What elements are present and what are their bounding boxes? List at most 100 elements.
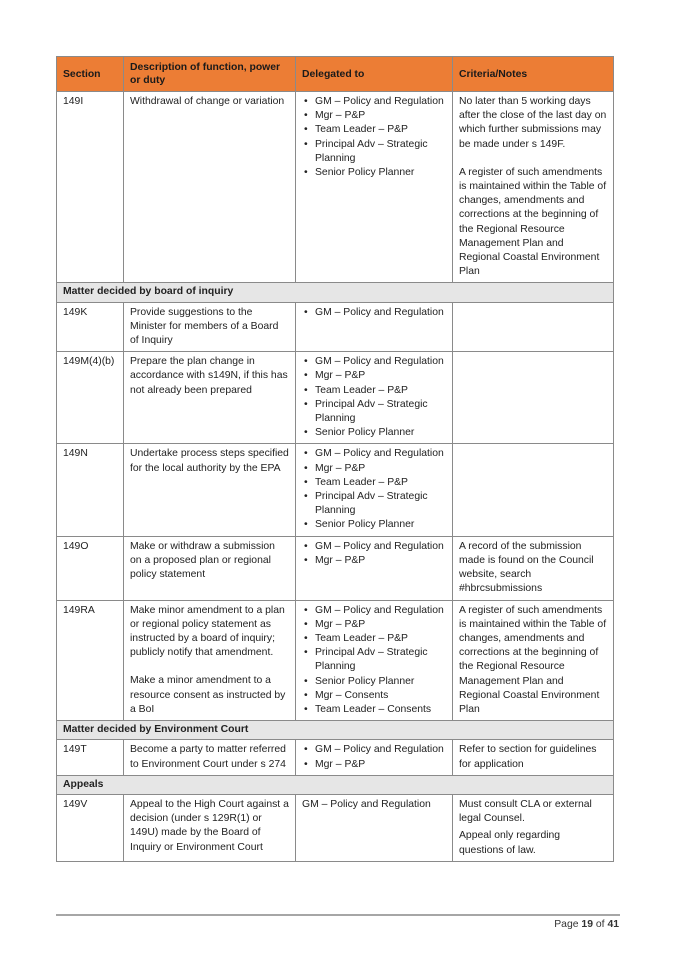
- delegate-item: Team Leader – P&P: [302, 476, 446, 490]
- delegate-item: Mgr – P&P: [302, 758, 446, 772]
- table-row: 149T Become a party to matter referred to…: [56, 739, 614, 776]
- notes-paragraph: Appeal only regarding questions of law.: [459, 830, 561, 856]
- cell-criteria-notes: [452, 351, 614, 445]
- delegations-table: Section Description of function, power o…: [56, 56, 614, 862]
- delegate-item: GM – Policy and Regulation: [302, 743, 446, 757]
- cell-criteria-notes: Must consult CLA or external legal Couns…: [452, 793, 614, 862]
- notes-paragraph: No later than 5 working days after the c…: [459, 96, 607, 150]
- delegate-item: GM – Policy and Regulation: [302, 604, 446, 618]
- delegate-item: Senior Policy Planner: [302, 518, 446, 532]
- group-label: Matter decided by Environment Court: [56, 720, 614, 741]
- delegate-item: GM – Policy and Regulation: [302, 540, 446, 554]
- cell-description: Undertake process steps specified for th…: [123, 443, 296, 537]
- cell-criteria-notes: A record of the submission made is found…: [452, 535, 614, 601]
- cell-section: 149I: [56, 90, 124, 284]
- delegate-item: Senior Policy Planner: [302, 675, 446, 689]
- footer-divider: [56, 914, 620, 916]
- cell-delegated-to: GM – Policy and RegulationMgr – P&PTeam …: [295, 443, 453, 537]
- delegate-list: GM – Policy and RegulationMgr – P&P: [302, 540, 446, 569]
- delegate-item: Team Leader – P&P: [302, 123, 446, 137]
- cell-delegated-to: GM – Policy and RegulationMgr – P&PTeam …: [295, 90, 453, 284]
- table-row: 149RA Make minor amendment to a plan or r…: [56, 599, 614, 722]
- cell-description: Withdrawal of change or variation: [123, 90, 296, 284]
- delegate-item: Principal Adv – Strategic Planning: [302, 398, 446, 426]
- cell-criteria-notes: Refer to section for guidelines for appl…: [452, 739, 614, 776]
- delegate-list: GM – Policy and RegulationMgr – P&PTeam …: [302, 95, 446, 180]
- delegate-item: Principal Adv – Strategic Planning: [302, 490, 446, 518]
- group-label: Appeals: [56, 774, 614, 795]
- page-current: 19: [581, 919, 593, 930]
- cell-description: Prepare the plan change in accordance wi…: [123, 351, 296, 445]
- delegate-item: GM – Policy and Regulation: [302, 306, 446, 320]
- delegate-item: Mgr – P&P: [302, 462, 446, 476]
- delegate-item: Team Leader – Consents: [302, 703, 446, 717]
- table-row: 149O Make or withdraw a submission on a p…: [56, 535, 614, 601]
- page-sep: of: [595, 919, 605, 930]
- description-paragraph: Become a party to matter referred to Env…: [130, 744, 286, 770]
- table-header-row: Section Description of function, power o…: [56, 56, 614, 92]
- delegate-item: GM – Policy and Regulation: [302, 798, 431, 810]
- cell-description: Become a party to matter referred to Env…: [123, 739, 296, 776]
- cell-delegated-to: GM – Policy and RegulationMgr – P&PTeam …: [295, 351, 453, 445]
- description-paragraph: Make a minor amendment to a resource con…: [130, 675, 286, 715]
- delegate-list: GM – Policy and RegulationMgr – P&PTeam …: [302, 355, 446, 440]
- delegate-list: GM – Policy and Regulation: [302, 306, 446, 320]
- cell-delegated-to: GM – Policy and RegulationMgr – P&P: [295, 535, 453, 601]
- description-paragraph: Make minor amendment to a plan or region…: [130, 604, 285, 659]
- cell-section: 149V: [56, 793, 124, 862]
- table-row: 149N Undertake process steps specified fo…: [56, 443, 614, 537]
- header-delegated-to: Delegated to: [295, 56, 453, 92]
- cell-description: Make or withdraw a submission on a propo…: [123, 535, 296, 601]
- cell-description: Make minor amendment to a plan or region…: [123, 599, 296, 722]
- notes-paragraph: Refer to section for guidelines for appl…: [459, 744, 597, 770]
- cell-description: Provide suggestions to the Minister for …: [123, 301, 296, 353]
- description-paragraph: Withdrawal of change or variation: [130, 96, 285, 107]
- cell-criteria-notes: [452, 301, 614, 353]
- group-row: Matter decided by Environment Court: [56, 720, 614, 741]
- group-row: Appeals: [56, 774, 614, 795]
- delegate-item: Team Leader – P&P: [302, 632, 446, 646]
- page-number: Page 19 of 41: [554, 919, 619, 930]
- description-paragraph: Make or withdraw a submission on a propo…: [130, 540, 275, 581]
- table-row: 149V Appeal to the High Court against a d…: [56, 793, 614, 862]
- cell-criteria-notes: No later than 5 working days after the c…: [452, 90, 614, 284]
- notes-paragraph: A register of such amendments is maintai…: [459, 604, 607, 715]
- description-paragraph: Undertake process steps specified for th…: [130, 448, 289, 474]
- delegate-item: Mgr – P&P: [302, 554, 446, 568]
- delegate-item: Senior Policy Planner: [302, 166, 446, 180]
- cell-section: 149RA: [56, 599, 124, 722]
- table-row: 149K Provide suggestions to the Minister …: [56, 301, 614, 353]
- cell-description: Appeal to the High Court against a decis…: [123, 793, 296, 862]
- cell-delegated-to: GM – Policy and Regulation: [295, 793, 453, 862]
- delegate-item: GM – Policy and Regulation: [302, 447, 446, 461]
- cell-section: 149O: [56, 535, 124, 601]
- delegate-item: GM – Policy and Regulation: [302, 95, 446, 109]
- header-criteria-notes: Criteria/Notes: [452, 56, 614, 92]
- page-total: 41: [607, 919, 619, 930]
- page-prefix: Page: [554, 919, 579, 930]
- delegate-item: Mgr – Consents: [302, 689, 446, 703]
- header-section: Section: [56, 56, 124, 92]
- description-paragraph: Prepare the plan change in accordance wi…: [130, 356, 288, 396]
- description-paragraph: Appeal to the High Court against a decis…: [130, 798, 289, 853]
- delegate-list: GM – Policy and RegulationMgr – P&PTeam …: [302, 447, 446, 532]
- delegate-list: GM – Policy and RegulationMgr – P&P: [302, 743, 446, 772]
- delegate-item: GM – Policy and Regulation: [302, 355, 446, 369]
- notes-paragraph: A record of the submission made is found…: [459, 540, 594, 595]
- delegate-item: Principal Adv – Strategic Planning: [302, 646, 446, 674]
- group-row: Matter decided by board of inquiry: [56, 282, 614, 303]
- cell-section: 149T: [56, 739, 124, 776]
- delegate-item: Mgr – P&P: [302, 109, 446, 123]
- table-row: 149I Withdrawal of change or variation GM …: [56, 90, 614, 284]
- cell-criteria-notes: [452, 443, 614, 537]
- table-body: 149I Withdrawal of change or variation GM …: [56, 90, 614, 862]
- delegate-item: Principal Adv – Strategic Planning: [302, 138, 446, 166]
- cell-delegated-to: GM – Policy and Regulation: [295, 301, 453, 353]
- description-paragraph: Provide suggestions to the Minister for …: [130, 306, 279, 347]
- cell-section: 149K: [56, 301, 124, 353]
- cell-delegated-to: GM – Policy and RegulationMgr – P&P: [295, 739, 453, 776]
- cell-delegated-to: GM – Policy and RegulationMgr – P&PTeam …: [295, 599, 453, 722]
- notes-paragraph: Must consult CLA or external legal Couns…: [459, 798, 592, 825]
- cell-section: 149M(4)(b): [56, 351, 124, 445]
- delegate-item: Team Leader – P&P: [302, 384, 446, 398]
